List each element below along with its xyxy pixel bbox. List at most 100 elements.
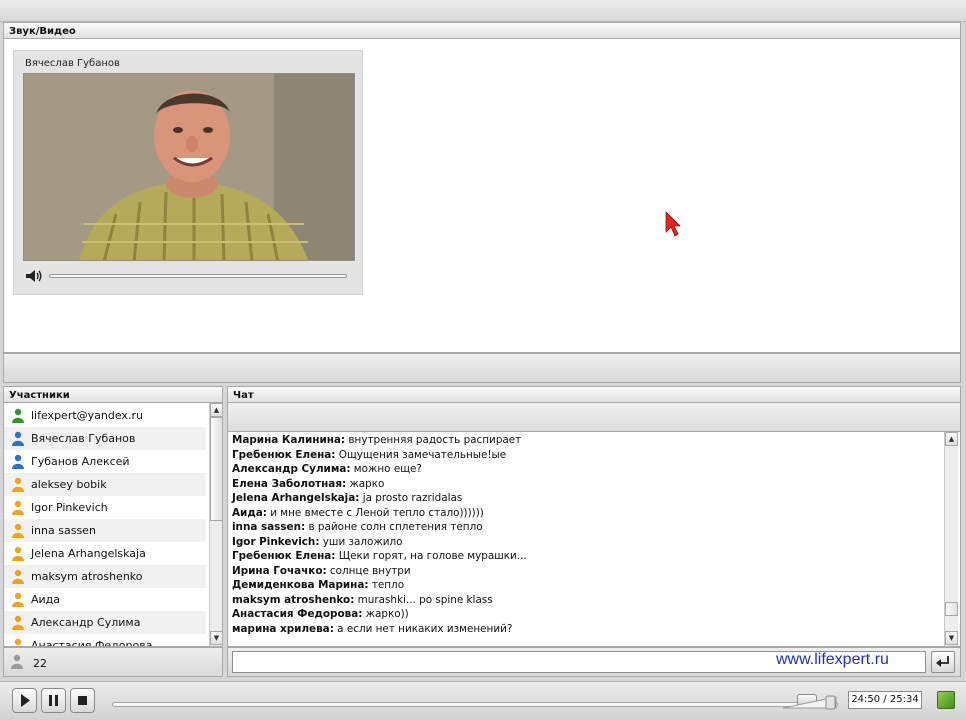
chat-header: Чат xyxy=(227,386,961,403)
participant-item[interactable]: Jelena Arhangelskaja xyxy=(4,542,206,565)
participants-footer: 22 xyxy=(3,647,223,677)
stop-icon xyxy=(78,696,87,705)
participant-name: maksym atroshenko xyxy=(31,570,143,583)
participant-item[interactable]: maksym atroshenko xyxy=(4,565,206,588)
video-speaker-name: Вячеслав Губанов xyxy=(25,58,120,69)
chat-message-author: Анастасия Федорова: xyxy=(232,608,363,620)
chat-message: марина хрилева: а если нет никаких измен… xyxy=(232,623,512,635)
volume-thumb xyxy=(825,695,836,710)
app-logo-icon[interactable] xyxy=(937,691,955,709)
video-progress-track[interactable] xyxy=(49,274,347,278)
playback-bar: 24:50 / 25:34 xyxy=(0,681,966,720)
participant-name: inna sassen xyxy=(31,524,96,537)
scroll-down-arrow-icon[interactable]: ▼ xyxy=(945,631,958,645)
participant-item[interactable]: inna sassen xyxy=(4,519,206,542)
chat-message: Гребенюк Елена: Ощущения замечательные!ы… xyxy=(232,449,506,461)
chat-message-author: Демиденкова Марина: xyxy=(232,579,369,591)
participant-name: Вячеслав Губанов xyxy=(31,432,136,445)
seek-slider[interactable] xyxy=(112,694,838,707)
chat-message: Александр Сулима: можно еще? xyxy=(232,463,422,475)
chat-message-text: ja prosto razridalas xyxy=(359,492,463,504)
chat-message-text: уши заложило xyxy=(319,535,403,548)
chat-message-author: Гребенюк Елена: xyxy=(232,550,336,562)
participant-name: aleksey bobik xyxy=(31,478,107,491)
chat-message: Аида: и мне вместе с Леной тепло стало))… xyxy=(232,507,484,519)
chat-message-author: inna sassen: xyxy=(232,521,306,533)
chat-message-author: Александр Сулима: xyxy=(232,463,351,475)
chat-message-author: Igor Pinkevich: xyxy=(232,535,320,548)
scroll-thumb[interactable] xyxy=(210,417,222,521)
chat-message-author: Гребенюк Елена: xyxy=(232,448,336,461)
pointer-cursor-icon xyxy=(665,211,680,237)
participant-item[interactable]: Александр Сулима xyxy=(4,611,206,634)
chat-message-text: в районе солн сплетения тепло xyxy=(305,521,483,533)
volume-slider[interactable] xyxy=(782,694,838,710)
play-icon xyxy=(21,694,30,707)
video-stream[interactable] xyxy=(23,73,355,261)
chat-message-text: внутренняя радость распирает xyxy=(345,434,522,446)
participant-name: Аида xyxy=(31,593,61,606)
scroll-up-arrow-icon[interactable]: ▲ xyxy=(945,432,958,446)
av-panel-title: Звук/Видео xyxy=(9,26,76,37)
play-button[interactable] xyxy=(12,688,37,713)
participant-item[interactable]: lifexpert@yandex.ru xyxy=(4,404,206,427)
participants-header: Участники xyxy=(3,386,223,403)
chat-message-author: Аида: xyxy=(232,506,267,519)
chat-message-text: и мне вместе с Леной тепло стало)))))) xyxy=(266,506,484,519)
pause-icon xyxy=(49,695,58,706)
send-button[interactable] xyxy=(931,651,955,673)
chat-message-text: солнце внутри xyxy=(326,564,411,577)
chat-scrollbar[interactable]: ▲ ▼ xyxy=(944,432,958,646)
chat-message-text: Ощущения замечательные!ые xyxy=(335,448,507,461)
scroll-down-arrow-icon[interactable]: ▼ xyxy=(210,631,222,645)
participant-item[interactable]: Аида xyxy=(4,588,206,611)
chat-message-input[interactable] xyxy=(232,651,926,673)
user-presenter-icon xyxy=(12,454,24,469)
participant-name: Igor Pinkevich xyxy=(31,501,108,514)
participant-item[interactable]: Анастасия Федорова xyxy=(4,634,206,646)
chat-message: Марина Калинина: внутренняя радость расп… xyxy=(232,434,521,446)
chat-message-author: Jelena Arhangelskaja: xyxy=(232,492,360,504)
user-listener-icon xyxy=(12,523,24,538)
chat-message-author: Ирина Гочачко: xyxy=(232,564,327,577)
user-count-icon xyxy=(11,654,23,669)
participant-name: lifexpert@yandex.ru xyxy=(31,409,143,422)
scroll-thumb[interactable] xyxy=(945,602,958,616)
chat-message: Елена Заболотная: жарко xyxy=(232,478,384,490)
participants-list: lifexpert@yandex.ru Вячеслав Губанов Губан… xyxy=(3,403,223,647)
participant-name: Jelena Arhangelskaja xyxy=(31,547,146,560)
chat-message: inna sassen: в районе солн сплетения теп… xyxy=(232,521,483,533)
participant-item[interactable]: aleksey bobik xyxy=(4,473,206,496)
participant-item[interactable]: Вячеслав Губанов xyxy=(4,427,206,450)
chat-message-text: тепло xyxy=(368,579,405,591)
speaker-video-image xyxy=(24,74,354,260)
participant-name: Александр Сулима xyxy=(31,616,141,629)
user-listener-icon xyxy=(12,592,24,607)
user-listener-icon xyxy=(12,477,24,492)
user-listener-icon xyxy=(12,615,24,630)
scroll-up-arrow-icon[interactable]: ▲ xyxy=(210,403,222,417)
user-listener-icon xyxy=(12,546,24,561)
chat-message-text: а если нет никаких изменений? xyxy=(333,622,513,635)
chat-message-author: maksym atroshenko: xyxy=(232,593,355,606)
chat-message-author: Марина Калинина: xyxy=(232,434,346,446)
participant-item[interactable]: Igor Pinkevich xyxy=(4,496,206,519)
chat-message-author: Елена Заболотная: xyxy=(232,477,347,490)
chat-message-text: жарко)) xyxy=(362,608,409,620)
participants-count: 22 xyxy=(33,657,47,670)
av-panel-footer xyxy=(3,353,961,383)
chat-message: Демиденкова Марина: тепло xyxy=(232,579,404,591)
top-toolbar-strip xyxy=(0,0,966,22)
chat-message: Jelena Arhangelskaja: ja prosto razridal… xyxy=(232,492,462,504)
chat-message-text: можно еще? xyxy=(350,463,422,475)
user-listener-icon xyxy=(12,569,24,584)
stop-button[interactable] xyxy=(70,688,95,713)
participant-item[interactable]: Губанов Алексей xyxy=(4,450,206,473)
chat-message-author: марина хрилева: xyxy=(232,622,334,635)
participants-title: Участники xyxy=(9,390,70,401)
speaker-volume-icon[interactable] xyxy=(25,269,43,283)
chat-message: Igor Pinkevich: уши заложило xyxy=(232,536,403,548)
playback-time: 24:50 / 25:34 xyxy=(848,691,922,709)
pause-button[interactable] xyxy=(41,688,66,713)
participants-scrollbar[interactable]: ▲ ▼ xyxy=(209,403,222,646)
